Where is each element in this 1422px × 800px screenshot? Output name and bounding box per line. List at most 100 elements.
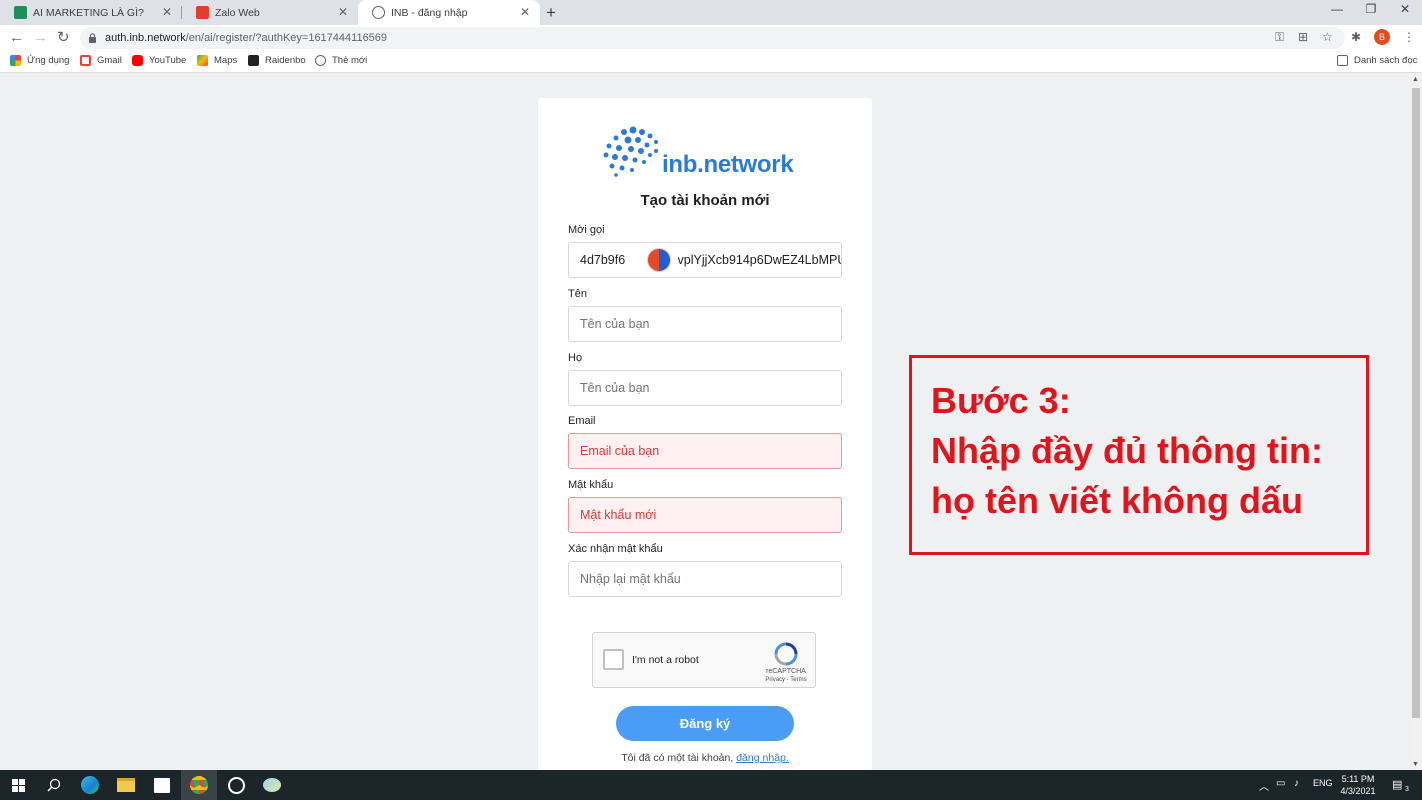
bookmark-apps[interactable]: Ứng dụng — [10, 55, 69, 66]
reading-list[interactable]: Danh sách đọc — [1337, 55, 1417, 66]
network-icon[interactable]: ▭ — [1276, 778, 1285, 789]
windows-taskbar: ︿ ▭ ♪ ENG 5:11 PM 4/3/2021 ▤ 3 — [0, 770, 1422, 800]
bookmark-new-tab[interactable]: Thẻ mới — [315, 55, 367, 66]
email-label: Email — [568, 415, 596, 427]
bookmark-raidenbo[interactable]: Raidenbo — [248, 55, 306, 66]
invite-label: Mời gọi — [568, 224, 605, 236]
invite-field[interactable]: 4d7b9f6 vplYjjXcb914p6DwEZ4LbMPUo — [568, 242, 842, 278]
bookmark-youtube[interactable]: YouTube — [132, 55, 186, 66]
browser-toolbar: ← → ↻ auth.inb.network/en/ai/register/?a… — [0, 25, 1422, 52]
tab-ai-marketing[interactable]: AI MARKETING LÀ GÌ? ✕ — [0, 0, 182, 25]
last-name-input[interactable]: Tên của bạn — [568, 370, 842, 406]
profile-avatar[interactable]: B — [1374, 29, 1390, 45]
store-bag-icon — [154, 777, 170, 793]
close-tab-icon[interactable]: ✕ — [520, 6, 530, 18]
register-button[interactable]: Đăng ký — [616, 706, 794, 741]
close-tab-icon[interactable]: ✕ — [162, 6, 172, 18]
browser-tab-strip: AI MARKETING LÀ GÌ? ✕ Zalo Web ✕ INB - đ… — [0, 0, 1422, 25]
chrome-icon — [190, 776, 208, 794]
tray-overflow-icon[interactable]: ︿ — [1259, 778, 1269, 793]
login-link[interactable]: đăng nhập. — [736, 752, 789, 764]
youtube-icon — [132, 55, 143, 66]
start-button[interactable] — [0, 770, 36, 800]
tab-zalo-web[interactable]: Zalo Web ✕ — [182, 0, 358, 25]
apps-grid-icon — [10, 55, 21, 66]
logo-text: inb.network — [662, 151, 794, 178]
paint-palette-icon — [263, 778, 281, 792]
new-tab-button[interactable]: + — [546, 3, 556, 23]
system-clock[interactable]: 5:11 PM 4/3/2021 — [1336, 773, 1380, 797]
reading-list-label: Danh sách đọc — [1354, 55, 1418, 66]
recaptcha-checkbox[interactable] — [603, 649, 624, 670]
annotation-note: họ tên viết không dấu — [931, 480, 1304, 521]
obs-taskbar-item[interactable] — [218, 770, 254, 800]
language-indicator[interactable]: ENG — [1313, 778, 1333, 788]
page-scrollbar[interactable]: ▲ ▼ — [1410, 74, 1422, 770]
recaptcha-icon — [774, 642, 798, 666]
paint-taskbar-item[interactable] — [254, 770, 290, 800]
key-icon[interactable]: ⚿ — [1275, 30, 1284, 45]
clock-time: 5:11 PM — [1341, 774, 1375, 784]
url-path: /en/ai/register/?authKey=1617444116569 — [185, 32, 388, 44]
tab-title: Zalo Web — [215, 6, 260, 19]
inb-network-logo-icon — [603, 126, 658, 177]
page-content: inb.network Tạo tài khoản mới Mời gọi 4d… — [0, 74, 1410, 778]
volume-icon[interactable]: ♪ — [1294, 778, 1299, 789]
bookmark-maps[interactable]: Maps — [197, 55, 237, 66]
confirm-password-label: Xác nhận mật khẩu — [568, 543, 663, 555]
extensions-icon[interactable]: ✱ — [1351, 30, 1361, 44]
recorder-icon — [227, 776, 245, 794]
search-button[interactable] — [36, 770, 72, 800]
close-window-icon[interactable]: ✕ — [1398, 2, 1412, 16]
close-tab-icon[interactable]: ✕ — [338, 6, 348, 18]
reload-icon[interactable]: ↻ — [57, 29, 70, 47]
step-annotation-box: Bước 3: Nhập đầy đủ thông tin: họ tên vi… — [909, 355, 1369, 555]
edge-taskbar-item[interactable] — [72, 770, 108, 800]
notifications-icon[interactable]: ▤ — [1392, 778, 1402, 791]
bookmarks-bar: Ứng dụng Gmail YouTube Maps Raidenbo Thẻ… — [0, 52, 1422, 73]
tab-title: AI MARKETING LÀ GÌ? — [33, 6, 144, 19]
chrome-taskbar-item[interactable] — [181, 770, 217, 800]
recaptcha-label: I'm not a robot — [632, 654, 699, 666]
tab-inb-login[interactable]: INB - đăng nhập ✕ — [358, 0, 540, 25]
scroll-down-icon[interactable]: ▼ — [1412, 761, 1419, 768]
last-name-label: Họ — [568, 352, 583, 364]
annotation-step-title: Bước 3: — [931, 380, 1071, 421]
email-input[interactable]: Email của bạn — [568, 433, 842, 469]
notification-count: 3 — [1405, 786, 1409, 793]
first-name-input[interactable]: Tên của bạn — [568, 306, 842, 342]
store-taskbar-item[interactable] — [144, 770, 180, 800]
invite-code: 4d7b9f6 — [580, 253, 626, 267]
address-bar[interactable]: auth.inb.network/en/ai/register/?authKey… — [80, 27, 1345, 49]
bookmark-label: Thẻ mới — [332, 55, 368, 66]
edge-icon — [81, 776, 99, 794]
first-name-label: Tên — [568, 288, 587, 300]
recaptcha-terms[interactable]: Privacy - Terms — [758, 677, 814, 683]
inviter-avatar — [646, 248, 671, 272]
bookmark-label: Gmail — [97, 55, 122, 66]
url-host: auth.inb.network — [105, 32, 186, 44]
password-label: Mật khẩu — [568, 479, 614, 491]
bookmark-gmail[interactable]: Gmail — [80, 55, 122, 66]
bookmark-label: Raidenbo — [265, 55, 306, 66]
minimize-icon[interactable]: — — [1330, 2, 1344, 16]
file-explorer-taskbar-item[interactable] — [108, 770, 144, 800]
translate-icon[interactable]: ⊞ — [1298, 30, 1308, 44]
bookmark-label: YouTube — [149, 55, 187, 66]
search-icon — [47, 778, 61, 792]
sheet-favicon-icon — [14, 6, 27, 19]
bookmark-star-icon[interactable]: ☆ — [1322, 30, 1333, 44]
scroll-thumb[interactable] — [1412, 88, 1420, 718]
register-card: inb.network Tạo tài khoản mới Mời gọi 4d… — [538, 98, 872, 778]
zalo-favicon-icon — [196, 6, 209, 19]
scroll-up-icon[interactable]: ▲ — [1412, 76, 1419, 83]
menu-kebab-icon[interactable]: ⋮ — [1403, 30, 1415, 44]
recaptcha-brand: reCAPTCHA — [766, 668, 806, 675]
password-input[interactable]: Mật khẩu mới — [568, 497, 842, 533]
globe-favicon-icon — [372, 6, 385, 19]
restore-icon[interactable]: ❐ — [1364, 2, 1378, 16]
forward-icon[interactable]: → — [33, 29, 48, 47]
back-icon[interactable]: ← — [9, 29, 24, 47]
reading-list-icon — [1337, 55, 1348, 66]
confirm-password-input[interactable]: Nhập lại mật khẩu — [568, 561, 842, 597]
